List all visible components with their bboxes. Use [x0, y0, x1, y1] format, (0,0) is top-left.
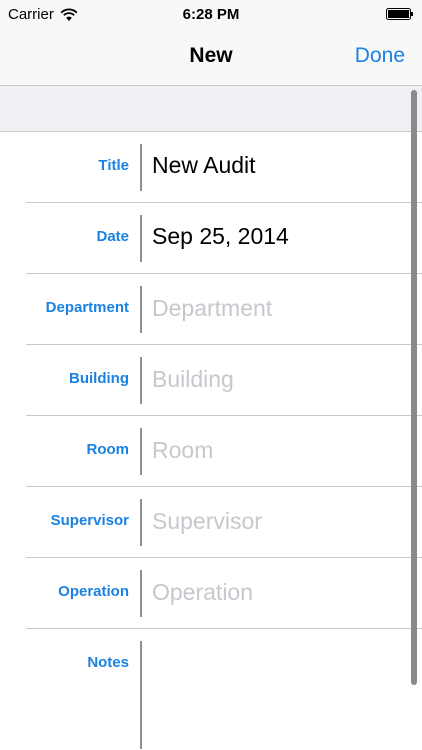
form-row-building: Building [0, 345, 422, 416]
title-label: Title [98, 157, 129, 174]
form-row-operation: Operation [0, 558, 422, 629]
form-row-notes: Notes [0, 629, 422, 749]
room-label: Room [86, 441, 130, 458]
date-field[interactable]: Sep 25, 2014 [152, 223, 289, 250]
building-label: Building [69, 370, 129, 387]
form-row-room: Room [0, 416, 422, 487]
supervisor-label: Supervisor [50, 512, 129, 529]
form-row-supervisor: Supervisor [0, 487, 422, 558]
row-divider [140, 428, 142, 475]
department-field[interactable] [152, 290, 402, 326]
row-divider [140, 215, 142, 262]
row-divider [140, 570, 142, 617]
row-divider [140, 286, 142, 333]
section-header-spacer [0, 86, 422, 132]
operation-field[interactable] [152, 574, 402, 610]
vertical-scrollbar[interactable] [411, 90, 417, 685]
room-field[interactable] [152, 432, 402, 468]
row-divider [140, 499, 142, 546]
notes-field[interactable] [152, 649, 402, 739]
done-button[interactable]: Done [355, 44, 405, 68]
department-label: Department [45, 299, 129, 316]
battery-icon [386, 8, 413, 20]
notes-label: Notes [87, 654, 129, 671]
status-time: 6:28 PM [182, 6, 240, 23]
audit-form: Title New Audit Date Sep 25, 2014 Depart… [0, 132, 422, 750]
navigation-bar: New Done [0, 30, 422, 86]
row-divider [140, 357, 142, 404]
title-field[interactable]: New Audit [152, 152, 256, 179]
form-row-date: Date Sep 25, 2014 [0, 203, 422, 274]
row-divider [140, 144, 142, 191]
operation-label: Operation [58, 583, 129, 600]
building-field[interactable] [152, 361, 402, 397]
form-row-title: Title New Audit [0, 132, 422, 203]
date-label: Date [96, 228, 129, 245]
row-divider [140, 641, 142, 749]
status-bar: Carrier 6:28 PM [0, 0, 422, 30]
supervisor-field[interactable] [152, 503, 402, 539]
form-row-department: Department [0, 274, 422, 345]
